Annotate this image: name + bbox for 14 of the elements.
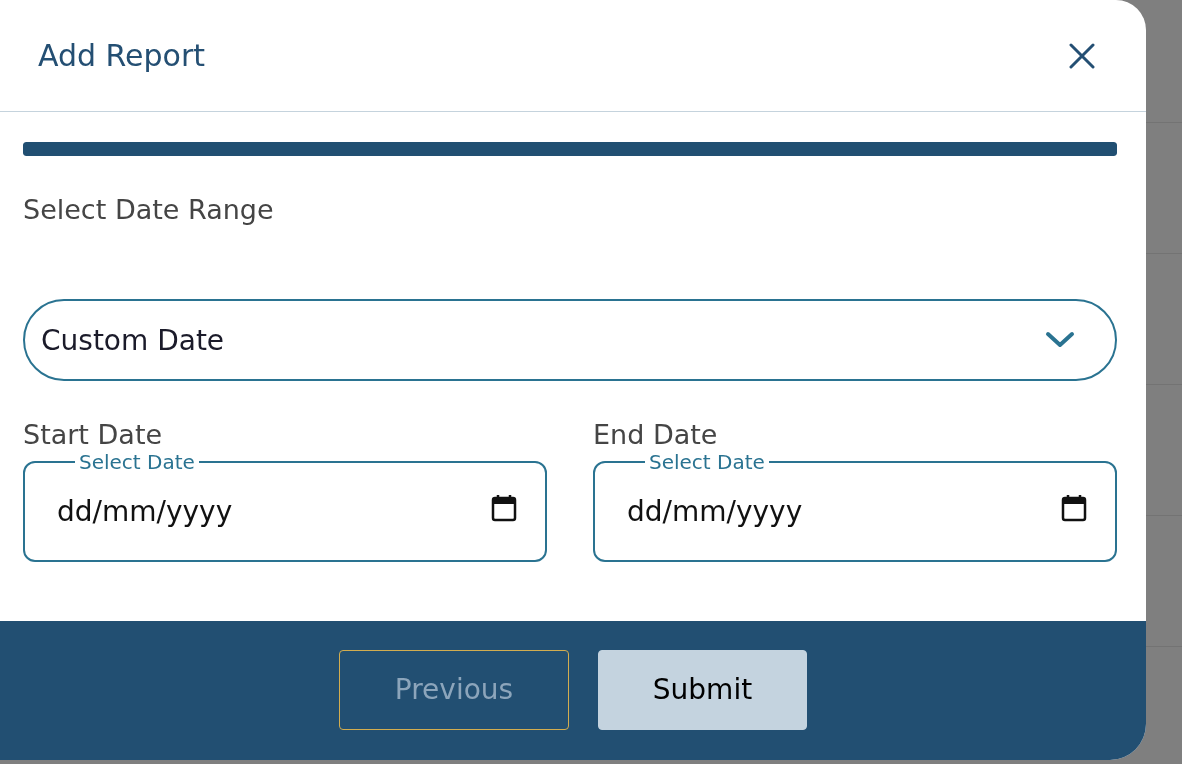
range-select[interactable]: Custom Date	[23, 299, 1117, 381]
field-label: End Date	[593, 419, 719, 450]
dialog-title: Add Report	[38, 38, 206, 73]
floating-label: Select Date	[78, 450, 196, 474]
date-input[interactable]: dd/mm/yyyy	[625, 494, 1009, 529]
section-label: Select Date Range	[23, 194, 275, 225]
calendar-icon[interactable]	[491, 494, 517, 522]
calendar-icon[interactable]	[1061, 494, 1087, 522]
floating-label: Select Date	[648, 450, 766, 474]
date-input[interactable]: dd/mm/yyyy	[55, 494, 439, 529]
submit-button[interactable]: Submit	[598, 649, 807, 730]
chevron-down-icon	[1045, 331, 1075, 349]
field-label: Start Date	[23, 419, 164, 450]
close-icon	[1069, 42, 1095, 69]
